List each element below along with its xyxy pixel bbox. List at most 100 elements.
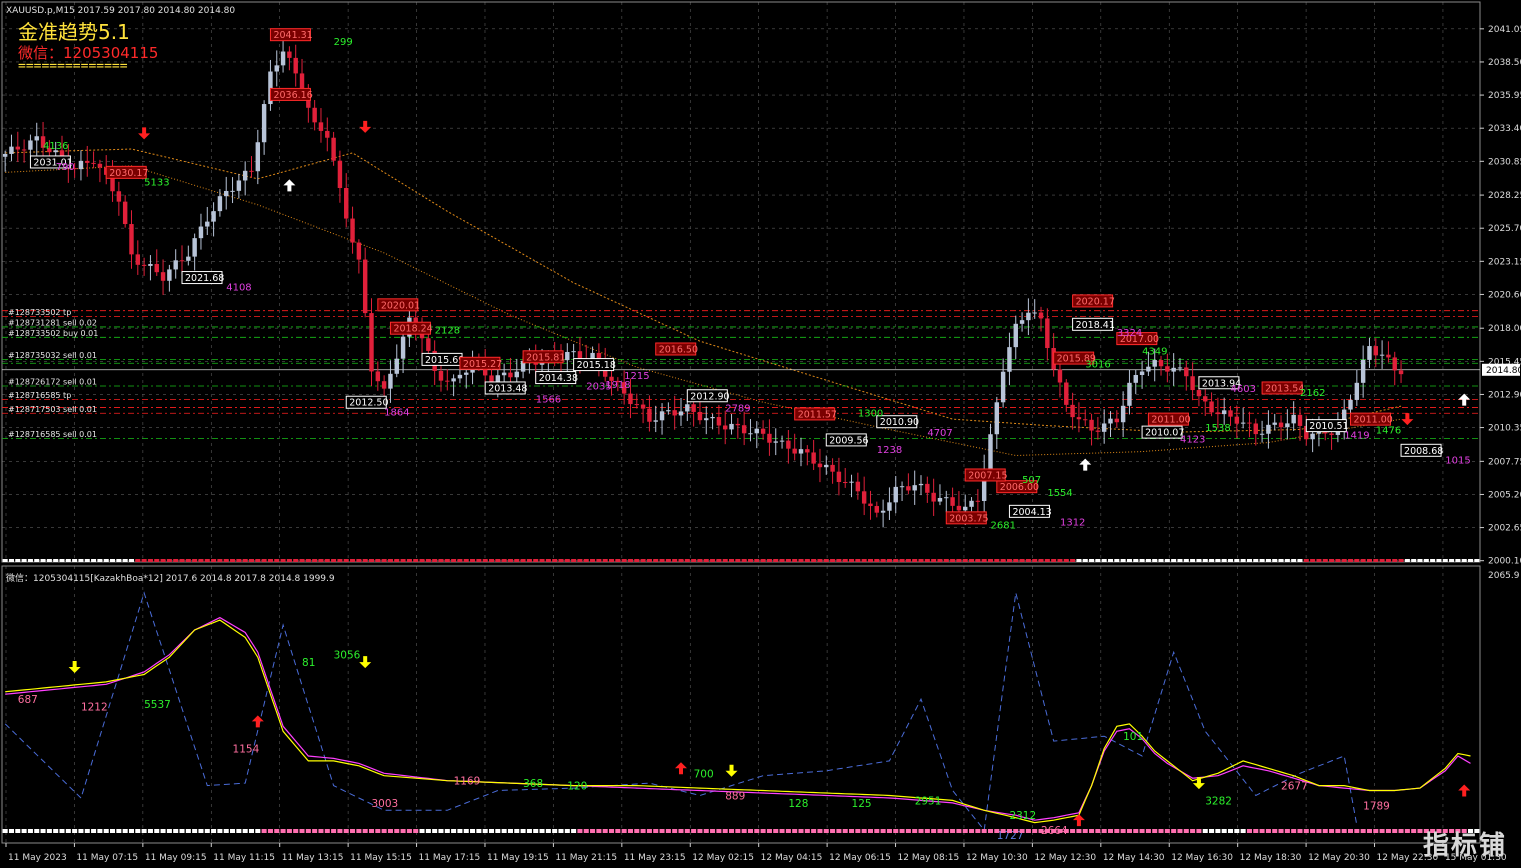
trend-strip-cell xyxy=(217,559,223,562)
indicator-strip-cell xyxy=(1095,829,1101,833)
candle-body xyxy=(956,505,962,511)
trend-strip-cell xyxy=(204,559,210,562)
indicator-strip-cell xyxy=(255,829,261,833)
down-arrow-icon xyxy=(725,764,738,777)
indicator-strip-cell xyxy=(1221,829,1227,833)
trend-strip-cell xyxy=(646,559,652,562)
candle-body xyxy=(457,374,463,379)
trend-strip-cell xyxy=(1272,559,1278,562)
order-lines[interactable]: #128733502 tp#128731281 sell 0.02 #128733… xyxy=(2,308,1480,439)
price-axis[interactable]: 2041.05 2038.50 2035.95 2033.40 2030.85 2028.… xyxy=(1480,25,1521,581)
indicator-strip-cell xyxy=(722,829,728,833)
candle-body xyxy=(874,506,880,513)
trend-strip-cell xyxy=(1209,559,1215,562)
indicator-strip-cell xyxy=(659,829,665,833)
indicator-strip-cell xyxy=(943,829,949,833)
y-tick-label: 2020.60 xyxy=(1488,290,1521,300)
indicator-strip-cell xyxy=(476,829,482,833)
indicator-strip-cell xyxy=(1120,829,1126,833)
indicator-strip-cell xyxy=(179,829,185,833)
candle-body xyxy=(760,428,766,434)
x-tick-label: 12 May 18:30 xyxy=(1240,853,1302,863)
indicator-strip-cell xyxy=(975,829,981,833)
indicator-strip-cell xyxy=(204,829,210,833)
count-label: 5133 xyxy=(144,177,169,188)
trend-strip-cell xyxy=(1284,559,1290,562)
candle-body xyxy=(880,510,886,513)
trend-strip-cell xyxy=(128,559,135,562)
candle-body xyxy=(1386,354,1391,358)
trend-strip-cell xyxy=(444,559,450,562)
candle-body xyxy=(274,65,279,72)
trend-strip-cell xyxy=(861,559,867,562)
trend-strip-cell xyxy=(987,559,994,562)
candle-body xyxy=(1221,410,1227,415)
indicator-strip-cell xyxy=(1366,829,1372,833)
indicator-count-label: 1212 xyxy=(81,702,108,714)
candle-body xyxy=(1240,422,1246,424)
chart-canvas[interactable]: #128733502 tp#128731281 sell 0.02 #128733… xyxy=(0,0,1521,868)
indicator-strip-cell xyxy=(596,829,602,833)
trend-strip-cell xyxy=(1177,559,1183,562)
indicator-strip-cell xyxy=(293,829,299,833)
trend-strip-cell xyxy=(154,559,160,562)
indicator-strip-cell xyxy=(280,829,286,833)
candle-body xyxy=(394,358,399,374)
candle-body xyxy=(451,378,456,382)
trend-strip-cell xyxy=(387,559,393,562)
trend-strip-cell xyxy=(1461,559,1467,562)
indicator-strip-cell xyxy=(602,829,608,833)
indicator-strip-cell xyxy=(223,829,229,833)
trend-strip-cell xyxy=(1234,559,1240,562)
indicator-count-label: 5537 xyxy=(144,699,171,711)
candle-body xyxy=(34,136,39,141)
indicator-strip-cell xyxy=(1076,829,1082,833)
candle-body xyxy=(28,140,33,150)
indicator-strip-cell xyxy=(931,829,937,833)
count-label: 4123 xyxy=(1180,435,1205,446)
trend-strip-cell xyxy=(1373,559,1379,562)
down-arrow-icon xyxy=(1401,413,1414,426)
indicator-strip-cell xyxy=(362,829,368,833)
indicator-strip-cell xyxy=(27,829,33,833)
price-box-label: 2012.50 xyxy=(349,398,388,409)
indicator-strip-cell xyxy=(1171,829,1177,833)
price-box-label: 2020.17 xyxy=(1076,296,1115,307)
indicator-strip-cell xyxy=(792,829,798,833)
indicator-strip-cell xyxy=(78,829,84,833)
candle-body xyxy=(501,372,507,376)
indicator-pane: 687 1212 5537 1154 81 3056 3003 1169 368 120 700 88… xyxy=(2,591,1480,842)
candle-body xyxy=(211,211,216,222)
trend-strip-cell xyxy=(1126,559,1132,562)
indicator-strip-cell xyxy=(514,829,520,833)
indicator-strip-cell xyxy=(192,829,198,833)
trend-strip-cell xyxy=(1455,559,1461,562)
trend-strip-cell xyxy=(615,559,621,562)
indicator-strip-cell xyxy=(337,829,343,833)
trend-strip-cell xyxy=(122,559,128,562)
x-tick-label: 12 May 06:15 xyxy=(829,853,891,863)
indicator-strip-cell xyxy=(501,829,507,833)
candle-body xyxy=(350,218,355,243)
trend-strip-cell xyxy=(1044,559,1050,562)
trend-strip-cell xyxy=(331,559,337,562)
trend-strip-cell xyxy=(1070,559,1076,562)
candle-body xyxy=(1259,433,1265,435)
candle-body xyxy=(741,425,747,434)
indicator-strip-cell xyxy=(425,829,431,833)
indicator-strip-cell xyxy=(1114,829,1120,833)
candle-body xyxy=(1329,433,1334,435)
indicator-strip-cell xyxy=(1006,829,1012,833)
indicator-count-label: 700 xyxy=(694,768,714,780)
indicator-strip-cell xyxy=(1038,829,1044,833)
y-tick-label: 2007.75 xyxy=(1488,457,1521,467)
candle-body xyxy=(122,201,128,225)
time-axis[interactable]: 11 May 2023 11 May 07:15 11 May 09:15 11 Ma… xyxy=(5,843,1507,863)
count-label: 1312 xyxy=(1060,518,1085,529)
indicator-strip-cell xyxy=(128,829,135,833)
trend-strip-cell xyxy=(1171,559,1177,562)
trend-strip-cell xyxy=(293,559,299,562)
candle-body xyxy=(1013,323,1018,348)
trend-strip-cell xyxy=(59,559,65,562)
indicator-count-label: 2677 xyxy=(1281,781,1308,793)
